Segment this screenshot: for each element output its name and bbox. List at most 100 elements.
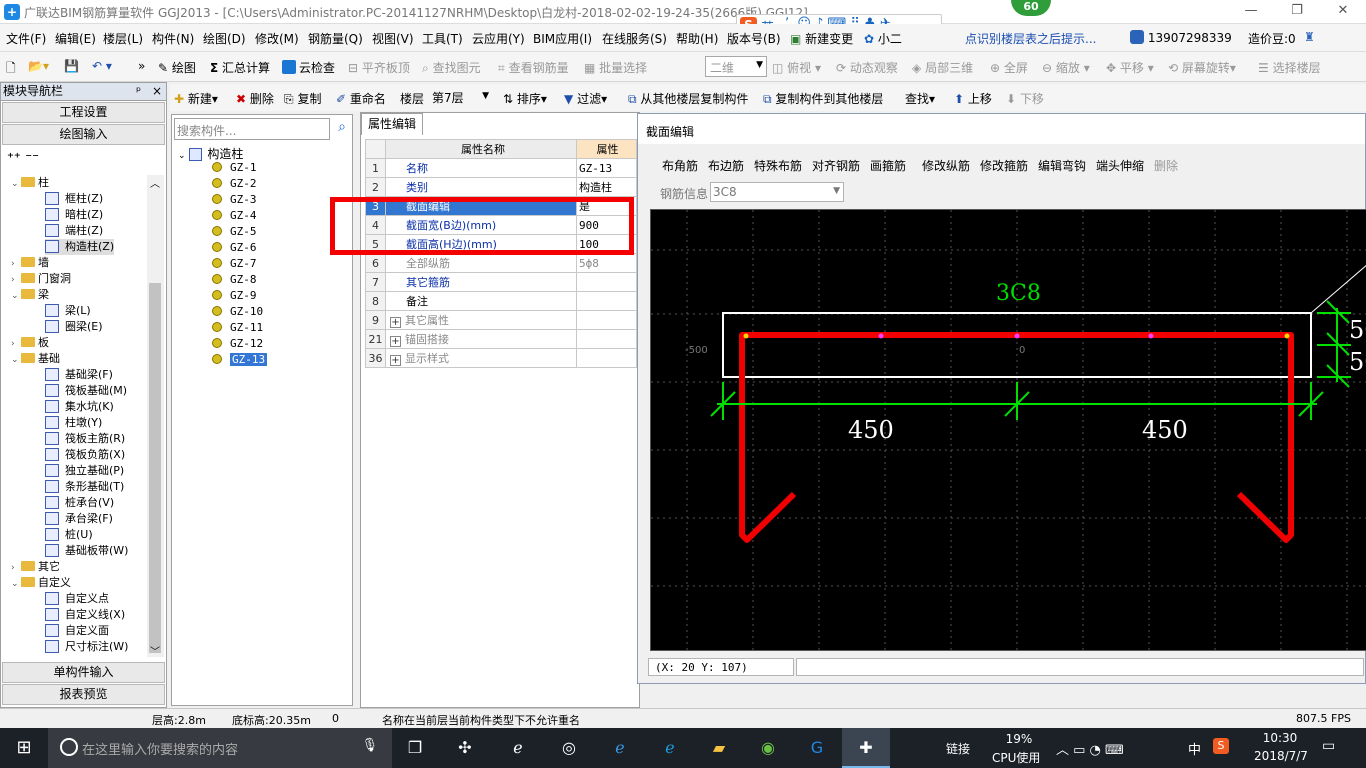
- component-item[interactable]: GZ-4: [212, 209, 257, 222]
- component-item[interactable]: GZ-2: [212, 177, 257, 190]
- component-item[interactable]: GZ-11: [212, 321, 263, 334]
- nav-tree-item[interactable]: 基础板带(W): [45, 543, 128, 559]
- new-component-button[interactable]: ✚ 新建▾: [174, 90, 218, 107]
- menu-modify[interactable]: 修改(M): [255, 30, 299, 47]
- property-row[interactable]: 36 + 显示样式: [365, 348, 637, 368]
- component-item[interactable]: GZ-5: [212, 225, 257, 238]
- nav-tree-item[interactable]: › 门窗洞: [11, 271, 71, 287]
- rebar-point[interactable]: [1014, 333, 1020, 339]
- property-row[interactable]: 2 类别 构造柱: [365, 177, 637, 197]
- collapse-arrow-icon[interactable]: ›: [11, 256, 21, 272]
- undo-icon[interactable]: ↶ ▾: [92, 59, 112, 73]
- nav-tree-item[interactable]: 圈梁(E): [45, 319, 103, 335]
- menu-component[interactable]: 构件(N): [152, 30, 194, 47]
- copy-to-floor-button[interactable]: ⧉ 复制构件到其他楼层: [763, 90, 883, 107]
- single-component-button[interactable]: 单构件输入: [2, 662, 165, 683]
- nav-tree-item[interactable]: › 板: [11, 335, 49, 351]
- section-drawing[interactable]: -500 0 3C8 450 450 5 5: [651, 210, 1366, 651]
- rebar-info-select[interactable]: 3C8 ▼: [710, 182, 844, 202]
- taskbar-search-input[interactable]: 在这里输入你要搜索的内容 🎙: [48, 728, 392, 768]
- nav-tree-item[interactable]: 条形基础(T): [45, 479, 124, 495]
- nav-tree-item[interactable]: 暗柱(Z): [45, 207, 103, 223]
- menu-bim[interactable]: BIM应用(I): [533, 30, 592, 47]
- nav-tree-item[interactable]: 自定义面: [45, 623, 109, 639]
- component-item[interactable]: GZ-12: [212, 337, 263, 350]
- tab-property-edit[interactable]: 属性编辑: [361, 113, 423, 135]
- floor-select[interactable]: 第7层 ▼: [428, 87, 492, 107]
- nav-tree-item[interactable]: 框柱(Z): [45, 191, 103, 207]
- nav-tree-item[interactable]: 筏板基础(M): [45, 383, 127, 399]
- rebar-point[interactable]: [1148, 333, 1154, 339]
- nav-tree-item[interactable]: 基础梁(F): [45, 367, 113, 383]
- menu-draw[interactable]: 绘图(D): [203, 30, 246, 47]
- nav-tree-item[interactable]: 尺寸标注(W): [45, 639, 128, 655]
- file-explorer-icon[interactable]: ▰: [706, 736, 732, 760]
- open-file-icon[interactable]: 📂▾: [28, 59, 49, 73]
- menu-cloud[interactable]: 云应用(Y): [472, 30, 525, 47]
- top-view-button[interactable]: ◫ 俯视 ▾: [772, 59, 821, 76]
- dynamic-view-button[interactable]: ⟳ 动态观察: [836, 59, 898, 76]
- nav-tree-item[interactable]: 柱墩(Y): [45, 415, 102, 431]
- property-row[interactable]: 8 备注: [365, 291, 637, 311]
- stirrup-rebar[interactable]: [739, 332, 1294, 543]
- browser-360-icon[interactable]: ◉: [755, 736, 781, 760]
- rotate-button[interactable]: ⟲ 屏幕旋转▾: [1168, 59, 1236, 76]
- toolbar-overflow-icon[interactable]: »: [138, 59, 145, 73]
- component-item[interactable]: GZ-6: [212, 241, 257, 254]
- restore-button[interactable]: ❐: [1274, 0, 1320, 24]
- property-row[interactable]: 21 + 锚固搭接: [365, 329, 637, 349]
- nav-tree-item[interactable]: 端柱(Z): [45, 223, 103, 239]
- pan-button[interactable]: ✥ 平移 ▾: [1106, 59, 1154, 76]
- component-item[interactable]: GZ-13: [212, 353, 268, 366]
- scroll-thumb[interactable]: [149, 283, 161, 653]
- notice-link[interactable]: 点识别楼层表之后提示...: [965, 30, 1096, 47]
- copy-from-floor-button[interactable]: ⧉ 从其他楼层复制构件: [628, 90, 748, 107]
- collapse-icon[interactable]: ⌄: [178, 151, 186, 161]
- ggj-app-icon[interactable]: ✚: [842, 728, 890, 768]
- section-tool-button[interactable]: 修改纵筋: [922, 157, 970, 174]
- property-value[interactable]: [576, 329, 637, 349]
- drawing-input-button[interactable]: 绘图输入: [2, 124, 165, 145]
- section-tool-button[interactable]: 特殊布筋: [754, 157, 802, 174]
- property-row[interactable]: 9 + 其它属性: [365, 310, 637, 330]
- property-row[interactable]: 1 名称 GZ-13: [365, 158, 637, 178]
- section-tool-button[interactable]: 画箍筋: [870, 157, 906, 174]
- nav-tree-item[interactable]: 梁(L): [45, 303, 91, 319]
- scroll-down-icon[interactable]: ﹀: [150, 643, 160, 658]
- expand-plus-icon[interactable]: +: [390, 336, 401, 347]
- expand-all-icon[interactable]: ⁺⁺: [7, 151, 21, 166]
- component-item[interactable]: GZ-10: [212, 305, 263, 318]
- menu-version[interactable]: 版本号(B): [727, 30, 781, 47]
- nav-tree-item[interactable]: 筏板负筋(X): [45, 447, 125, 463]
- close-button[interactable]: ✕: [1320, 0, 1366, 24]
- ie-browser-icon[interactable]: ℯ: [505, 736, 531, 760]
- property-value[interactable]: [576, 291, 637, 311]
- nav-tree-item[interactable]: 桩(U): [45, 527, 93, 543]
- property-value[interactable]: 构造柱: [576, 177, 637, 197]
- nav-tree-item[interactable]: 自定义线(X): [45, 607, 125, 623]
- collapse-all-icon[interactable]: ⁻⁻: [25, 151, 39, 166]
- component-search-input[interactable]: 搜索构件...: [174, 118, 330, 140]
- fullscreen-button[interactable]: ⊕ 全屏: [990, 59, 1028, 76]
- pin-icon[interactable]: ᵖ: [136, 83, 141, 100]
- expand-icon[interactable]: ⌄: [11, 176, 21, 192]
- menu-floor[interactable]: 楼层(L): [103, 30, 143, 47]
- menu-online[interactable]: 在线服务(S): [602, 30, 667, 47]
- component-item[interactable]: GZ-3: [212, 193, 257, 206]
- expand-plus-icon[interactable]: +: [390, 355, 401, 366]
- section-tool-button[interactable]: 端头伸缩: [1096, 157, 1144, 174]
- component-item[interactable]: GZ-9: [212, 289, 257, 302]
- notification-icon[interactable]: ▭: [1322, 738, 1335, 754]
- property-row[interactable]: 7 其它箍筋: [365, 272, 637, 292]
- menu-file[interactable]: 文件(F): [6, 30, 46, 47]
- nav-scrollbar[interactable]: ︿ ﹀: [147, 175, 164, 658]
- move-down-button[interactable]: ⬇ 下移: [1006, 90, 1044, 107]
- component-item[interactable]: GZ-8: [212, 273, 257, 286]
- nav-tree-item[interactable]: 筏板主筋(R): [45, 431, 125, 447]
- flat-top-button[interactable]: ⊟ 平齐板顶: [348, 59, 410, 76]
- find-button[interactable]: 查找▾: [905, 90, 935, 107]
- menu-tools[interactable]: 工具(T): [422, 30, 463, 47]
- component-tree-root[interactable]: ⌄ 构造柱: [178, 145, 243, 162]
- draw-button[interactable]: ✎ 绘图: [158, 59, 196, 76]
- nav-tree-item[interactable]: 自定义点: [45, 591, 109, 607]
